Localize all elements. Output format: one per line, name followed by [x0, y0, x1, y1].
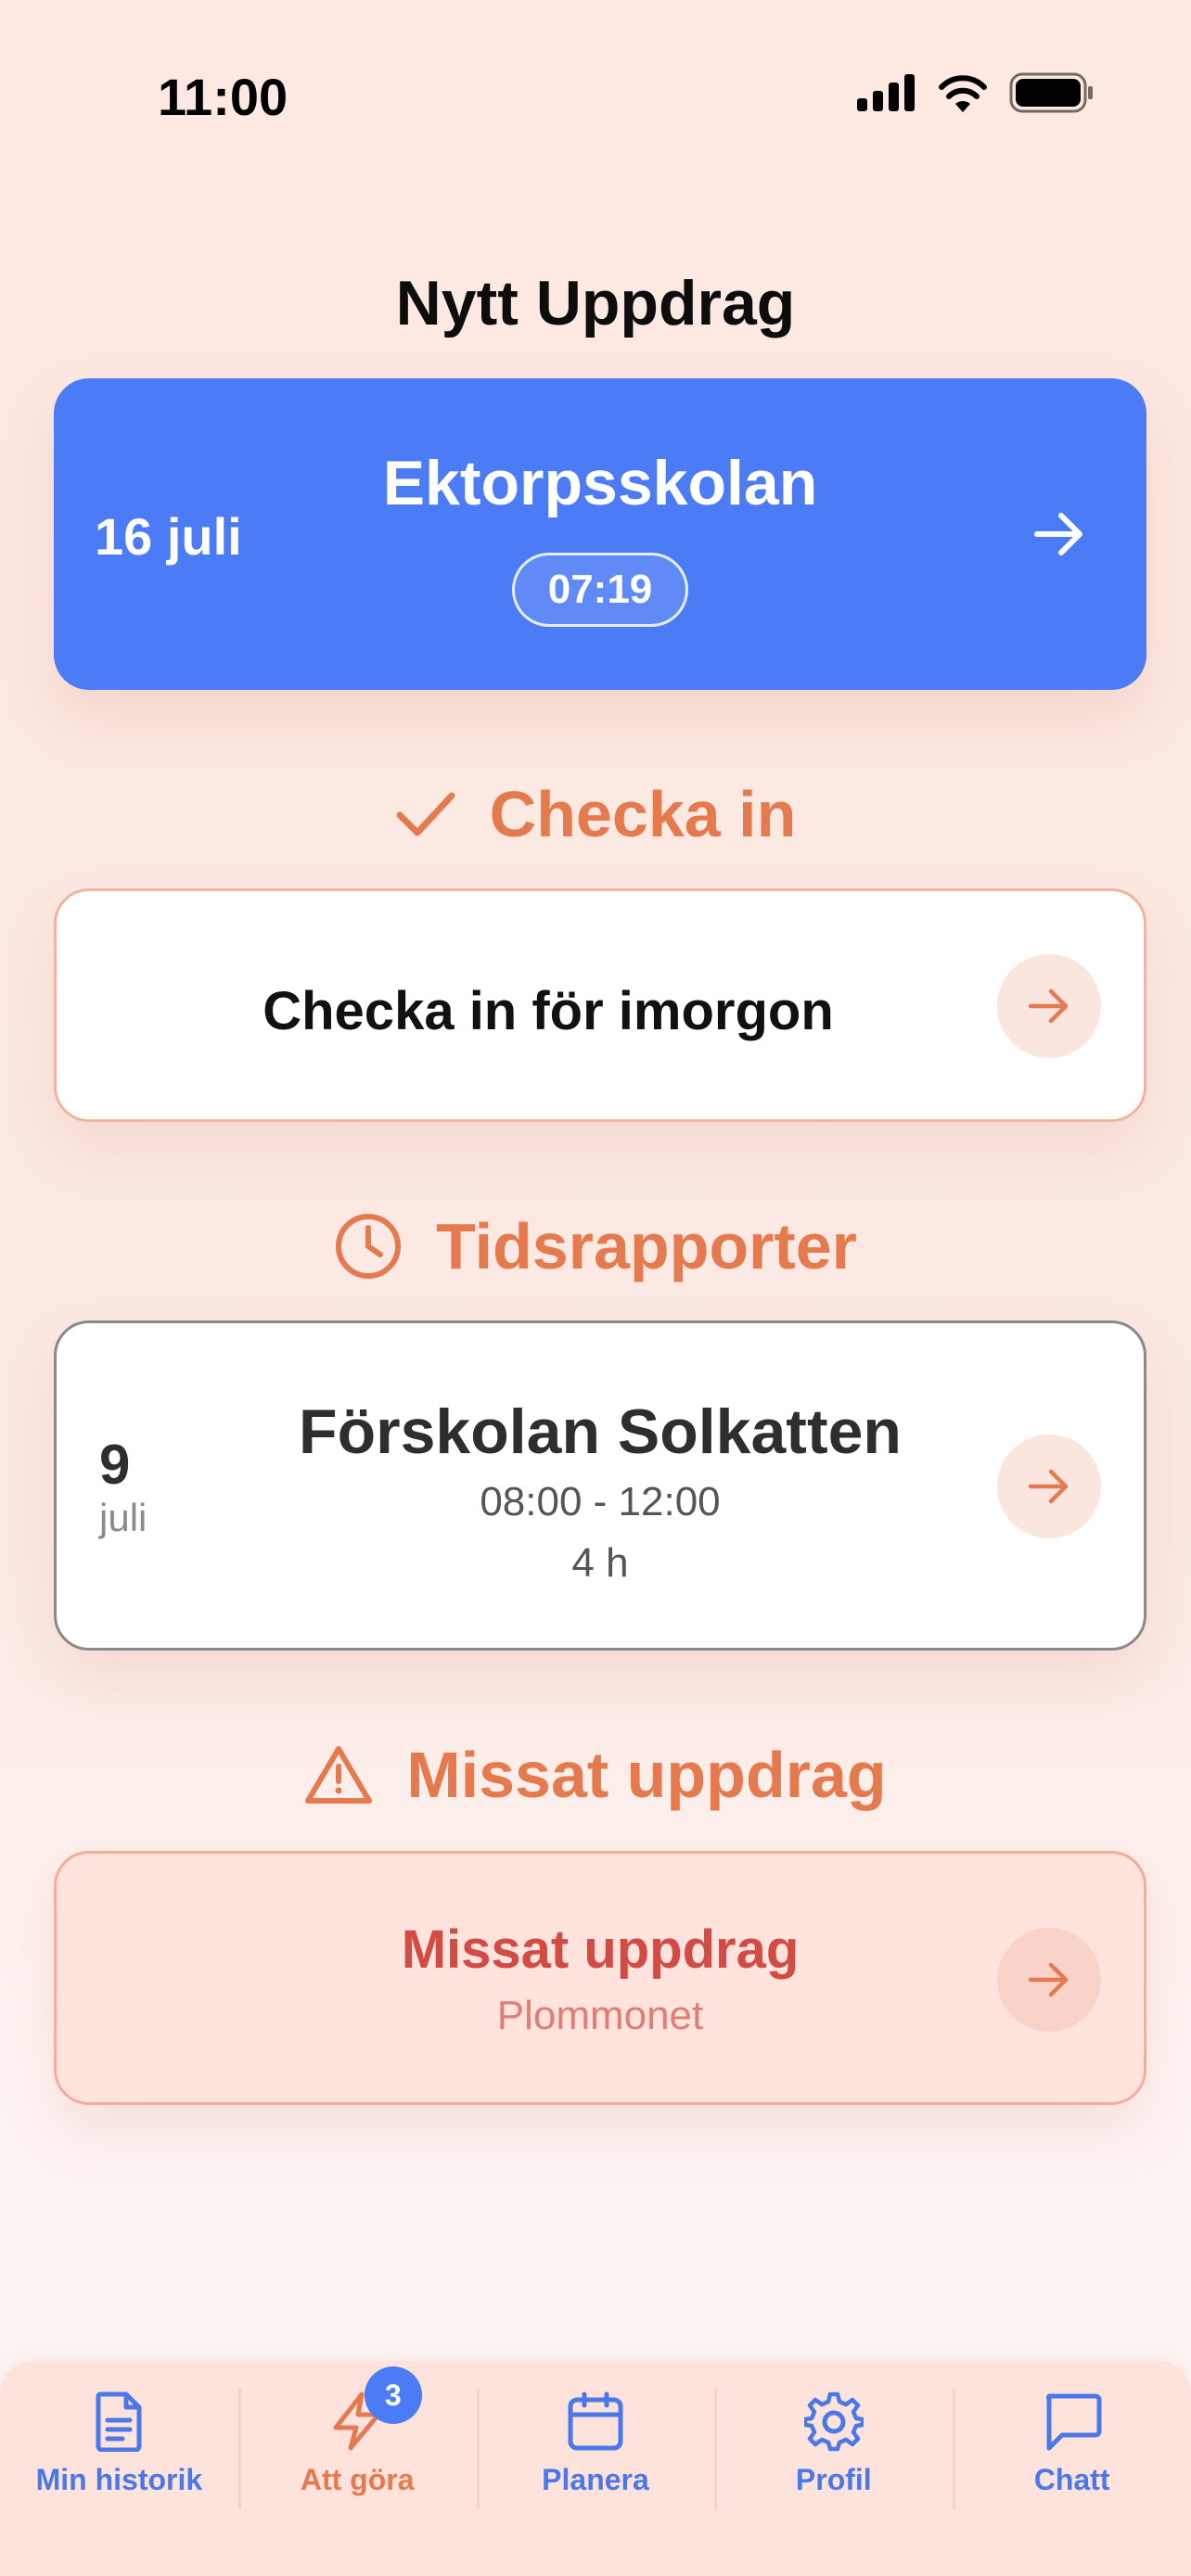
document-icon [96, 2391, 142, 2452]
checkin-section-header: Checka in [0, 777, 1191, 851]
report-arrow-button[interactable] [997, 1435, 1101, 1538]
report-time-range: 08:00 - 12:00 [480, 1479, 721, 1524]
status-bar: 11:00 [0, 0, 1191, 195]
assignment-school: Ektorpsskolan [382, 448, 818, 518]
tab-bar: Min historik Att göra 3 Planera Profil C… [0, 2361, 1191, 2576]
tab-label: Att göra [300, 2463, 415, 2496]
missed-section-title: Missat uppdrag [406, 1739, 887, 1811]
page-title: Nytt Uppdrag [395, 268, 796, 338]
tab-chatt[interactable]: Chatt [953, 2361, 1191, 2576]
missed-assignment-card[interactable]: Missat uppdrag Plommonet [54, 1851, 1146, 2105]
tab-label: Planera [542, 2463, 649, 2496]
tab-label: Profil [795, 2463, 872, 2496]
missed-card-title: Missat uppdrag [401, 1919, 800, 1980]
checkin-card-label: Checka in för imorgon [263, 981, 834, 1041]
assignment-time-pill: 07:19 [512, 553, 688, 627]
timereport-card[interactable]: 9 juli Förskolan Solkatten 08:00 - 12:00… [54, 1320, 1146, 1651]
calendar-icon [568, 2391, 623, 2451]
new-assignment-card[interactable]: 16 juli Ektorpsskolan 07:19 [54, 378, 1146, 690]
missed-arrow-button[interactable] [997, 1928, 1101, 2032]
checkin-tomorrow-card[interactable]: Checka in för imorgon [54, 888, 1146, 1122]
tab-profil[interactable]: Profil [714, 2361, 953, 2576]
tab-planera[interactable]: Planera [476, 2361, 715, 2576]
arrow-right-icon [1028, 1962, 1069, 1997]
clock-icon [336, 1214, 402, 1279]
arrow-right-icon [1028, 1469, 1069, 1504]
signal-icon [857, 74, 915, 111]
report-place: Förskolan Solkatten [299, 1396, 902, 1467]
wifi-icon [939, 75, 987, 112]
tab-att-gora[interactable]: Att göra 3 [237, 2361, 477, 2576]
checkin-section-title: Checka in [489, 778, 797, 850]
arrow-right-icon [1034, 513, 1082, 555]
checkin-arrow-button[interactable] [997, 954, 1101, 1058]
arrow-right-icon [1028, 988, 1069, 1024]
tab-label: Min historik [35, 2463, 203, 2496]
missed-section-header: Missat uppdrag [0, 1738, 1191, 1812]
status-time: 11:00 [158, 68, 288, 126]
warning-triangle-icon [305, 1746, 373, 1804]
report-hours: 4 h [571, 1540, 629, 1586]
chat-bubble-icon [1045, 2393, 1102, 2451]
notification-badge: 3 [364, 2366, 422, 2424]
status-icons [857, 72, 1095, 113]
timereports-section-title: Tidsrapporter [436, 1210, 857, 1282]
missed-card-subtitle: Plommonet [496, 1993, 704, 2038]
timereports-section-header: Tidsrapporter [0, 1209, 1191, 1283]
tab-label: Chatt [1033, 2463, 1110, 2496]
gear-icon [803, 2391, 864, 2452]
tab-min-historik[interactable]: Min historik [0, 2361, 238, 2576]
checkmark-icon [396, 792, 455, 836]
battery-icon [1009, 72, 1093, 113]
